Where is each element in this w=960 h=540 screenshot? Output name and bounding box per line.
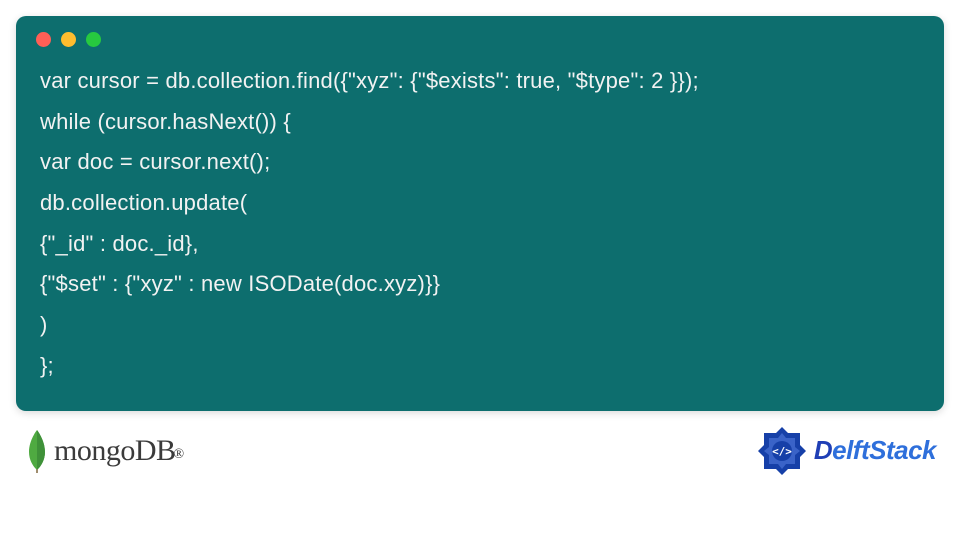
mongodb-wordmark: mongoDB [54,434,176,468]
window-titlebar [16,16,944,55]
code-line: var doc = cursor.next(); [40,149,270,174]
maximize-icon[interactable] [86,32,101,47]
code-line: var cursor = db.collection.find({"xyz": … [40,68,699,93]
code-line: {"$set" : {"xyz" : new ISODate(doc.xyz)}… [40,271,440,296]
code-line: {"_id" : doc._id}, [40,231,199,256]
code-content: var cursor = db.collection.find({"xyz": … [16,55,944,411]
code-line: while (cursor.hasNext()) { [40,109,291,134]
delftstack-badge-icon: </> [756,425,808,477]
mongodb-leaf-icon [24,428,50,474]
code-line: ) [40,312,48,337]
close-icon[interactable] [36,32,51,47]
delftstack-logo: </> DelftStack [756,425,936,477]
minimize-icon[interactable] [61,32,76,47]
code-line: }; [40,353,54,378]
delftstack-wordmark: DelftStack [814,435,936,466]
svg-text:</>: </> [772,445,792,458]
code-line: db.collection.update( [40,190,247,215]
code-window: var cursor = db.collection.find({"xyz": … [16,16,944,411]
mongodb-logo: mongoDB ® [24,428,190,474]
footer: mongoDB ® </> DelftStack [16,411,944,485]
registered-symbol: ® [174,447,185,463]
